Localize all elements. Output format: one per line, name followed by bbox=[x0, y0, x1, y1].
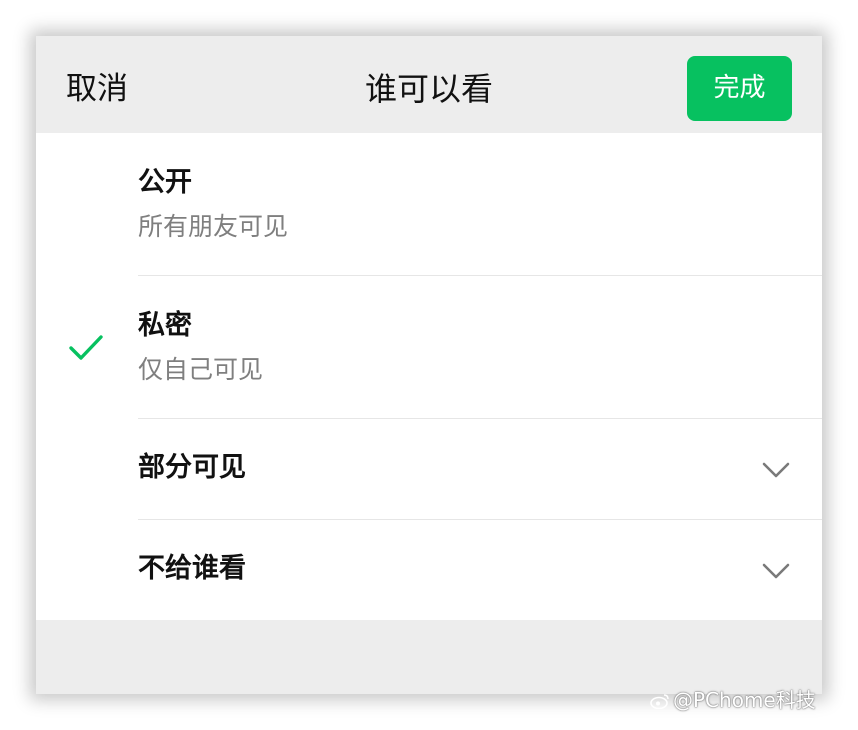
check-icon bbox=[69, 335, 103, 360]
option-public[interactable]: 公开 所有朋友可见 bbox=[36, 133, 822, 276]
option-description: 所有朋友可见 bbox=[138, 212, 289, 241]
option-hide-from[interactable]: 不给谁看 bbox=[36, 520, 822, 620]
option-description: 仅自己可见 bbox=[138, 355, 264, 384]
watermark: @PChome科技 bbox=[650, 686, 816, 714]
chevron-down-icon[interactable] bbox=[761, 460, 791, 480]
weibo-icon bbox=[650, 694, 669, 709]
chevron-down-icon[interactable] bbox=[761, 561, 791, 581]
done-button[interactable]: 完成 bbox=[687, 56, 792, 121]
option-private[interactable]: 私密 仅自己可见 bbox=[36, 276, 822, 419]
option-label: 公开 bbox=[138, 167, 192, 198]
watermark-text: @PChome科技 bbox=[673, 688, 816, 712]
option-label: 私密 bbox=[138, 310, 192, 341]
nav-header: 取消 谁可以看 完成 bbox=[36, 36, 822, 133]
option-label: 不给谁看 bbox=[138, 553, 246, 584]
visibility-panel: 取消 谁可以看 完成 公开 所有朋友可见 私密 仅自己可见 部分可见 不给谁看 bbox=[36, 36, 822, 694]
option-label: 部分可见 bbox=[138, 452, 246, 483]
option-partially-visible[interactable]: 部分可见 bbox=[36, 419, 822, 520]
visibility-options-list: 公开 所有朋友可见 私密 仅自己可见 部分可见 不给谁看 bbox=[36, 133, 822, 620]
